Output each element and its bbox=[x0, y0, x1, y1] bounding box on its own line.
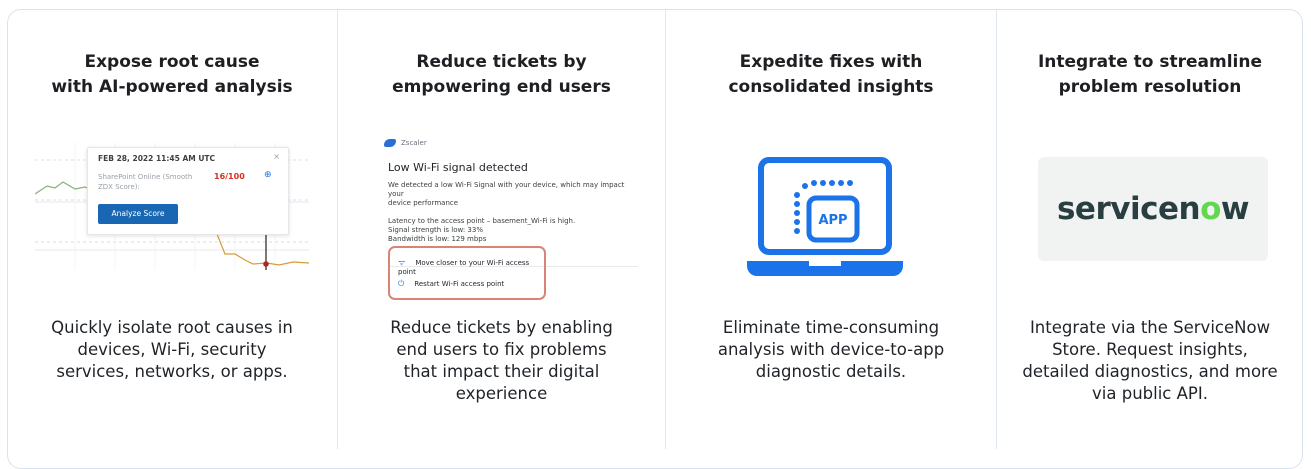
brand-name: Zscaler bbox=[401, 139, 427, 147]
action-restart-wifi[interactable]: ⏻ Restart Wi-Fi access point bbox=[398, 279, 504, 289]
analyze-score-button[interactable]: Analyze Score bbox=[98, 204, 178, 224]
tooltip-metric-label: SharePoint Online (Smooth ZDX Score): bbox=[98, 173, 193, 191]
servicenow-logo: servicenow bbox=[1056, 191, 1250, 227]
zscaler-logo-icon bbox=[384, 139, 396, 147]
servicenow-logo-card: servicenow bbox=[1038, 157, 1268, 261]
power-icon: ⏻ bbox=[398, 279, 405, 288]
tooltip-date: FEB 28, 2022 11:45 AM UTC bbox=[98, 154, 216, 163]
feature-column-root-cause: Expose root cause with AI-powered analys… bbox=[7, 9, 337, 449]
action-move-closer[interactable]: ᯤ Move closer to your Wi-Fi access point bbox=[398, 257, 544, 276]
app-label: APP bbox=[818, 213, 847, 228]
tooltip-score: 16/100 bbox=[214, 172, 245, 181]
feature-title: Reduce tickets by empowering end users bbox=[392, 52, 611, 97]
close-icon[interactable]: × bbox=[273, 152, 280, 161]
laptop-app-icon: APP bbox=[747, 157, 907, 283]
zdx-score-chart-screenshot: FEB 28, 2022 11:45 AM UTC × SharePoint O… bbox=[35, 142, 309, 270]
feature-description: Integrate via the ServiceNow Store. Requ… bbox=[1022, 318, 1278, 403]
feature-column-integrations: Integrate to streamline problem resoluti… bbox=[997, 9, 1303, 449]
feature-title: Expose root cause with AI-powered analys… bbox=[51, 52, 293, 97]
feature-description: Reduce tickets by enabling end users to … bbox=[390, 318, 613, 403]
notification-body: We detected a low Wi-Fi Signal with your… bbox=[388, 181, 625, 243]
suggested-actions-highlight: ᯤ Move closer to your Wi-Fi access point … bbox=[388, 246, 546, 300]
action-label: Restart Wi-Fi access point bbox=[414, 280, 505, 288]
feature-column-insights: Expedite fixes with consolidated insight… bbox=[666, 9, 996, 449]
action-label: Move closer to your Wi-Fi access point bbox=[398, 259, 530, 276]
feature-title: Expedite fixes with consolidated insight… bbox=[728, 52, 934, 97]
zscaler-brand: Zscaler bbox=[384, 139, 427, 147]
feature-title: Integrate to streamline problem resoluti… bbox=[1037, 52, 1263, 97]
score-tooltip: FEB 28, 2022 11:45 AM UTC × SharePoint O… bbox=[87, 147, 289, 235]
feature-description: Eliminate time-consuming analysis with d… bbox=[717, 318, 945, 381]
notification-heading: Low Wi-Fi signal detected bbox=[388, 161, 528, 174]
add-circle-icon[interactable]: ⊕ bbox=[264, 170, 272, 180]
feature-description: Quickly isolate root causes in devices, … bbox=[51, 318, 293, 381]
wifi-icon: ᯤ bbox=[398, 258, 406, 267]
feature-column-end-users: Reduce tickets by empowering end users Z… bbox=[338, 9, 665, 449]
wifi-notification-screenshot: Zscaler Low Wi-Fi signal detected We det… bbox=[374, 134, 638, 309]
